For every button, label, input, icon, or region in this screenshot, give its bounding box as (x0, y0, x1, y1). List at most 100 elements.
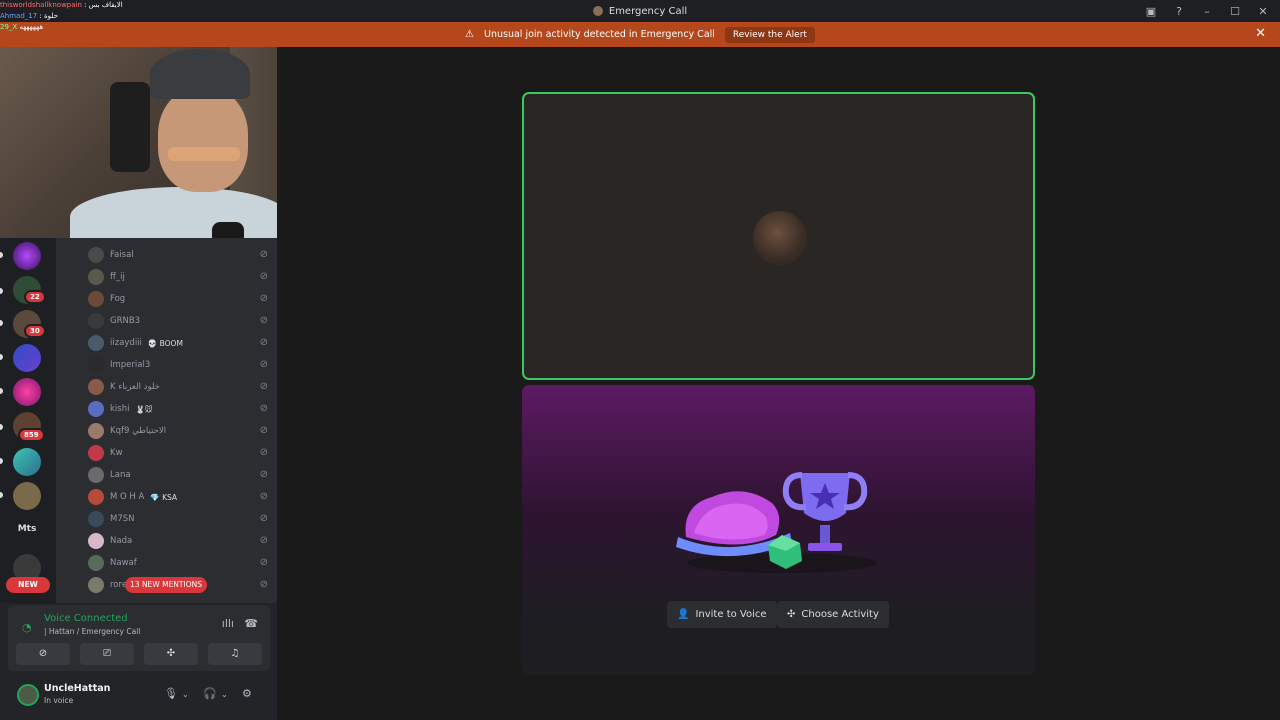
avatar (88, 511, 104, 527)
member-row[interactable]: M O H A 💎 KSA ⊘ (88, 488, 268, 506)
member-row[interactable]: Faisal ⊘ (88, 246, 268, 264)
member-name: K خلود العزباء (110, 382, 160, 392)
deafened-icon: ⊘ (259, 469, 268, 480)
member-row[interactable]: K خلود العزباء ⊘ (88, 378, 268, 396)
member-row[interactable]: iizaydiii 💀 BOOM ⊘ (88, 334, 268, 352)
server-icon[interactable] (13, 448, 41, 476)
server-icon[interactable] (13, 482, 41, 510)
close-window-button[interactable]: ✕ (1256, 5, 1270, 18)
member-name: Lana (110, 470, 131, 480)
member-row[interactable]: Lana ⊘ (88, 466, 268, 484)
invite-to-voice-button[interactable]: 👤 Invite to Voice (667, 601, 777, 628)
member-name: Nawaf (110, 558, 137, 568)
minimize-button[interactable]: – (1200, 5, 1214, 18)
avatar (88, 291, 104, 307)
user-bar: UncleHattan In voice 🎙 ⌄ 🎧 ⌄ ⚙ (0, 675, 277, 720)
avatar (88, 467, 104, 483)
chat-user: 29_X (0, 23, 18, 31)
disconnect-icon[interactable]: ☎ (244, 617, 258, 630)
choose-activity-label: Choose Activity (801, 609, 879, 620)
server-icon[interactable] (13, 378, 41, 406)
avatar (88, 533, 104, 549)
member-row[interactable]: GRNB3 ⊘ (88, 312, 268, 330)
choose-activity-button[interactable]: ✣ Choose Activity (777, 601, 889, 628)
user-name[interactable]: UncleHattan (44, 683, 110, 694)
member-name: Kw (110, 448, 123, 458)
avatar (88, 335, 104, 351)
avatar (88, 357, 104, 373)
server-text-icon[interactable]: Mts (13, 524, 41, 534)
new-unreads-pill[interactable]: NEW (6, 577, 50, 593)
close-alert-icon[interactable]: ✕ (1255, 26, 1266, 41)
member-row[interactable]: M7SN ⊘ (88, 510, 268, 528)
deafened-icon: ⊘ (259, 425, 268, 436)
deafened-icon: ⊘ (259, 337, 268, 348)
signal-icon[interactable]: ◔ (22, 621, 32, 634)
avatar (88, 401, 104, 417)
add-user-icon: 👤 (677, 609, 690, 620)
activity-icon: ✣ (787, 609, 796, 620)
chevron-down-icon[interactable]: ⌄ (182, 690, 189, 699)
member-name: M7SN (110, 514, 135, 524)
headphones-icon[interactable]: 🎧 (203, 687, 217, 700)
screen-share-button[interactable]: ⎚ (80, 643, 134, 665)
voice-channel[interactable]: | Hattan / Emergency Call (44, 627, 140, 636)
participant-tile[interactable] (522, 92, 1035, 380)
activity-button[interactable]: ✣ (144, 643, 198, 665)
avatar (88, 313, 104, 329)
member-row[interactable]: Fog ⊘ (88, 290, 268, 308)
maximize-button[interactable]: ☐ (1228, 5, 1242, 18)
voice-member-list: Faisal ⊘ ff_ij ⊘ Fog ⊘ GRNB3 ⊘ iizaydiii… (56, 238, 277, 603)
deafened-icon: ⊘ (259, 557, 268, 568)
member-row[interactable]: Imperial3 ⊘ (88, 356, 268, 374)
avatar (88, 379, 104, 395)
unread-pill (0, 492, 3, 498)
server-icon[interactable] (13, 242, 41, 270)
unread-pill (0, 388, 3, 394)
unread-pill (0, 354, 3, 360)
member-row[interactable]: ff_ij ⊘ (88, 268, 268, 286)
member-name: Fog (110, 294, 126, 304)
review-alert-button[interactable]: Review the Alert (724, 26, 815, 43)
deafened-icon: ⊘ (259, 293, 268, 304)
noise-suppression-icon[interactable]: ıllı (222, 617, 234, 630)
window-controls: ▣ ? – ☐ ✕ (1144, 0, 1270, 22)
microphone-icon[interactable]: 🎙 (164, 687, 178, 700)
inbox-icon[interactable]: ▣ (1144, 5, 1158, 18)
deafened-icon: ⊘ (259, 315, 268, 326)
warning-icon: ⚠ (465, 29, 474, 40)
mention-badge: 22 (24, 290, 46, 304)
member-row[interactable]: Kqf9 الاحتياطي ⊘ (88, 422, 268, 440)
deafened-icon: ⊘ (259, 491, 268, 502)
member-row[interactable]: Kw ⊘ (88, 444, 268, 462)
help-icon[interactable]: ? (1172, 5, 1186, 18)
server-rail: 22 30 859 Mts (0, 238, 56, 603)
new-mentions-pill[interactable]: 13 NEW MENTIONS (125, 577, 207, 593)
member-row[interactable]: kishi 🐰🐭 ⊘ (88, 400, 268, 418)
member-row[interactable]: Nada ⊘ (88, 532, 268, 550)
user-avatar[interactable] (17, 684, 39, 706)
webcam-face (158, 87, 248, 192)
soundboard-button[interactable]: ♫ (208, 643, 262, 665)
member-name: Faisal (110, 250, 134, 260)
member-name: M O H A (110, 492, 145, 502)
avatar (88, 445, 104, 461)
mention-badge: 859 (18, 428, 45, 442)
server-icon[interactable] (13, 344, 41, 372)
deafened-icon: ⊘ (259, 359, 268, 370)
settings-icon[interactable]: ⚙ (242, 687, 252, 700)
avatar (88, 555, 104, 571)
unread-pill (0, 252, 3, 258)
member-row[interactable]: Nawaf ⊘ (88, 554, 268, 572)
voice-connected-box: ◔ Voice Connected | Hattan / Emergency C… (8, 605, 270, 671)
chevron-down-icon[interactable]: ⌄ (221, 690, 228, 699)
member-name: iizaydiii (110, 338, 142, 348)
deafened-icon: ⊘ (259, 579, 268, 590)
voice-status[interactable]: Voice Connected (44, 613, 128, 624)
stream-chat-overlay: thisworldshallknowpain : الايقاف بس Ahma… (0, 0, 130, 48)
camera-button[interactable]: ⊘ (16, 643, 70, 665)
avatar (88, 577, 104, 593)
activity-panel: 👤 Invite to Voice ✣ Choose Activity (522, 385, 1035, 675)
alert-banner: ⚠ Unusual join activity detected in Emer… (0, 22, 1280, 47)
webcam-cap (150, 49, 250, 99)
